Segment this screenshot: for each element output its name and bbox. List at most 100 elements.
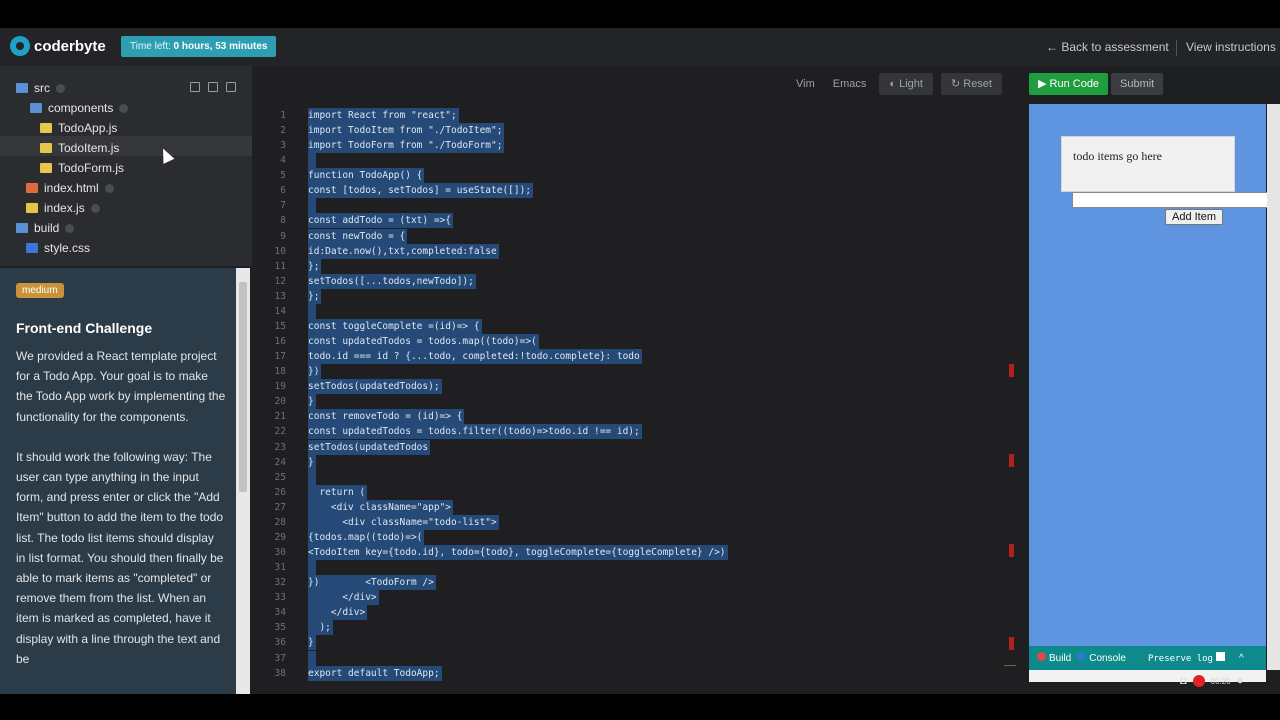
back-to-assessment-link[interactable]: ← Back to assessment	[1046, 40, 1169, 54]
logo[interactable]: coderbyte	[10, 36, 106, 56]
emacs-mode-button[interactable]: Emacs	[828, 78, 872, 90]
js-file-icon	[40, 123, 52, 133]
build-tab[interactable]: Build	[1037, 652, 1071, 664]
tree-item-style-css[interactable]: style.css	[26, 239, 90, 257]
error-marker	[1009, 454, 1014, 467]
reset-button[interactable]: ↻ Reset	[940, 73, 1002, 95]
collapse-all-icon[interactable]	[226, 82, 236, 92]
line-number: 37	[274, 652, 286, 664]
timer-value: 0 hours, 53 minutes	[173, 41, 268, 52]
code-text	[308, 650, 316, 666]
chevron-up-icon[interactable]: ^	[1239, 653, 1244, 664]
time-left-badge: Time left: 0 hours, 53 minutes	[121, 36, 277, 57]
vim-mode-button[interactable]: Vim	[791, 78, 820, 90]
code-text: export default TodoApp;	[308, 665, 442, 681]
line-number: 35	[274, 622, 286, 634]
line-number: 14	[274, 305, 286, 317]
line-number: 30	[274, 547, 286, 559]
line-number: 5	[280, 170, 286, 182]
tree-item-index-js[interactable]: index.js	[26, 199, 100, 217]
todo-card: todo items go here	[1061, 136, 1235, 192]
preserve-log-toggle[interactable]: Preserve log	[1148, 652, 1225, 664]
line-number: 33	[274, 592, 286, 604]
tree-item-label: index.html	[44, 181, 99, 195]
record-time: 00:20	[1210, 676, 1231, 686]
code-text	[308, 560, 316, 576]
file-tree: src components TodoApp.js TodoItem.js To…	[0, 66, 252, 266]
microphone-icon[interactable]: ●	[1237, 675, 1244, 687]
code-text: }	[308, 394, 316, 410]
tree-item-label: index.js	[44, 201, 85, 215]
line-number: 6	[280, 185, 286, 197]
todo-input[interactable]	[1072, 192, 1268, 208]
help-icon[interactable]	[104, 183, 114, 193]
info-dot-icon	[1077, 652, 1087, 661]
description-scrollbar[interactable]	[236, 268, 250, 694]
new-file-icon[interactable]	[190, 82, 200, 92]
help-icon[interactable]	[90, 203, 100, 213]
js-file-icon	[40, 143, 52, 153]
line-number: 12	[274, 275, 286, 287]
camera-icon[interactable]: ◘	[1180, 675, 1187, 687]
code-text: setTodos(updatedTodos);	[308, 379, 442, 395]
theme-label: Light	[899, 78, 923, 90]
preserve-log-checkbox[interactable]	[1215, 652, 1225, 661]
line-number: 32	[274, 577, 286, 589]
theme-toggle-button[interactable]: ◐ Light	[879, 73, 933, 95]
line-number: 19	[274, 381, 286, 393]
submit-button[interactable]: Submit	[1111, 73, 1164, 95]
line-number: 17	[274, 351, 286, 363]
tree-toolbar	[190, 82, 236, 92]
difficulty-badge: medium	[16, 283, 64, 298]
line-number: 7	[280, 200, 286, 212]
code-editor[interactable]: Vim Emacs ◐ Light ↻ Reset 1 import React …	[256, 66, 1020, 694]
code-text: import React from "react";	[308, 108, 459, 123]
line-number: 38	[274, 667, 286, 679]
description-paragraph: It should work the following way: The us…	[16, 449, 224, 666]
header-divider	[1176, 40, 1177, 56]
app-preview: todo items go here Add Item	[1029, 104, 1268, 646]
code-text: const newTodo = {	[308, 228, 408, 244]
challenge-body: We provided a React template project for…	[16, 346, 226, 689]
code-text: </div>	[308, 590, 379, 606]
line-number: 29	[274, 531, 286, 543]
tree-item-todoitem[interactable]: TodoItem.js	[40, 139, 119, 157]
view-instructions-link[interactable]: View instructions	[1186, 40, 1276, 54]
help-icon[interactable]	[65, 223, 75, 233]
code-text: );	[308, 620, 333, 636]
code-text: todo.id === id ? {...todo, completed:!to…	[308, 349, 642, 365]
error-dot-icon	[1037, 652, 1046, 661]
line-number: 28	[274, 516, 286, 528]
code-text: }) <TodoForm />	[308, 575, 436, 591]
line-number: 36	[274, 637, 286, 649]
line-number: 16	[274, 336, 286, 348]
line-number: 22	[274, 426, 286, 438]
preview-scrollbar[interactable]	[1267, 104, 1280, 670]
tree-item-todoapp[interactable]: TodoApp.js	[40, 119, 117, 137]
code-text: {todos.map((todo)=>(	[308, 529, 425, 545]
new-folder-icon[interactable]	[208, 82, 218, 92]
tree-item-components[interactable]: components	[30, 99, 129, 117]
code-text	[308, 198, 316, 214]
tree-item-index-html[interactable]: index.html	[26, 179, 114, 197]
folder-icon	[30, 103, 42, 113]
console-tab[interactable]: Console	[1077, 652, 1126, 664]
console-tab-label: Console	[1089, 653, 1126, 664]
help-icon[interactable]	[56, 83, 65, 93]
help-icon[interactable]	[119, 103, 129, 113]
scrollbar-thumb[interactable]	[239, 282, 247, 492]
code-text	[308, 469, 316, 485]
tree-item-src[interactable]: src	[16, 79, 65, 97]
preview-toolbar: ▶ Run Code Submit	[1020, 66, 1280, 104]
record-icon[interactable]	[1192, 675, 1205, 687]
preserve-log-label: Preserve log	[1147, 654, 1213, 664]
code-text: const toggleComplete =(id)=> {	[308, 318, 482, 334]
code-text: <div className="app">	[308, 499, 453, 515]
add-item-button[interactable]: Add Item	[1165, 209, 1223, 225]
tree-item-label: build	[34, 221, 60, 235]
tree-item-todoform[interactable]: TodoForm.js	[40, 159, 124, 177]
coderbyte-logo-icon	[10, 36, 30, 56]
code-text: };	[308, 288, 322, 304]
run-code-button[interactable]: ▶ Run Code	[1029, 73, 1109, 95]
tree-item-build[interactable]: build	[16, 219, 75, 237]
